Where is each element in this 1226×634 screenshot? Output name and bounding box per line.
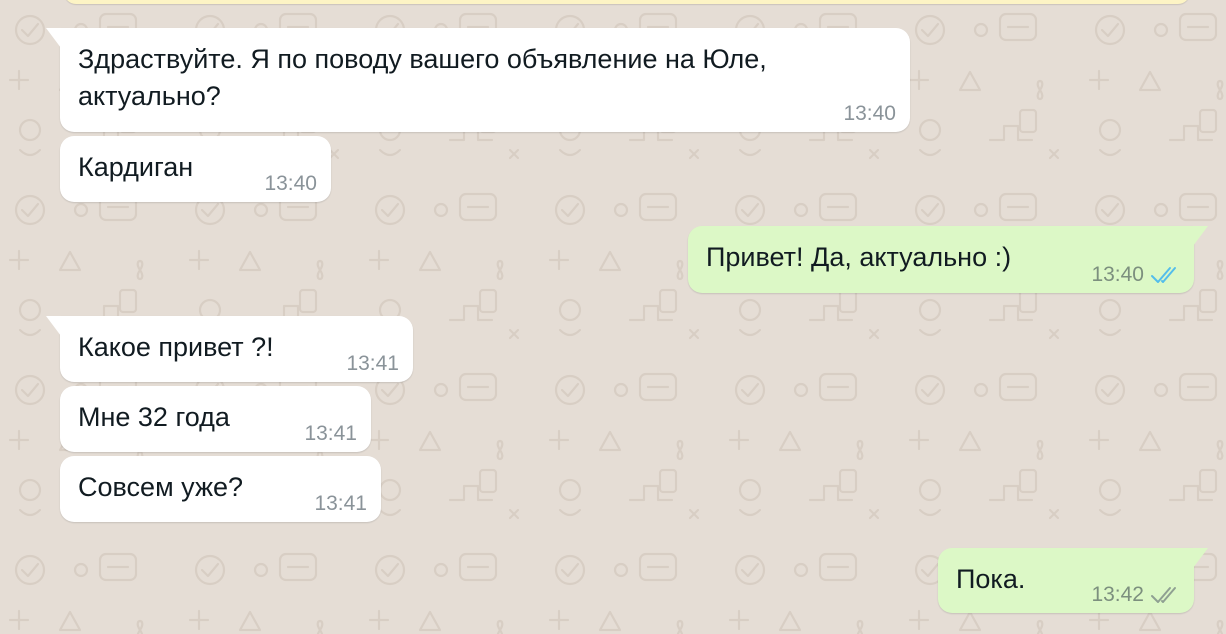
incoming-message[interactable]: Мне 32 года 13:41 [60,386,371,452]
message-time: 13:40 [264,172,317,195]
message-meta: 13:40 [264,172,317,196]
message-meta: 13:42 [1091,583,1180,607]
message-time: 13:41 [314,492,367,515]
bubble-tail [1193,226,1208,246]
delivered-double-check-icon [1151,587,1176,603]
message-meta: 13:40 [843,102,896,126]
bubble-tail [46,316,61,336]
outgoing-message[interactable]: Пока. 13:42 [938,548,1208,613]
message-text-line: Здраствуйте. Я по поводу вашего объявлен… [78,44,767,74]
message-time: 13:42 [1091,583,1144,606]
read-double-check-icon [1151,267,1176,283]
message-time: 13:40 [1091,263,1144,286]
outgoing-message[interactable]: Привет! Да, актуально :) 13:40 [688,226,1208,293]
message-meta: 13:41 [346,352,399,376]
incoming-message[interactable]: Совсем уже? 13:41 [60,456,381,522]
message-time: 13:41 [304,422,357,445]
bubble-tail [1193,548,1208,568]
bubble-tail [46,28,61,48]
previous-message-bubble [64,0,1190,4]
message-meta: 13:41 [314,492,367,516]
message-time: 13:41 [346,352,399,375]
incoming-message[interactable]: Кардиган 13:40 [60,136,331,202]
message-meta: 13:40 [1091,263,1180,287]
message-text-line: актуально? [78,81,221,111]
message-time: 13:40 [843,102,896,125]
message-meta: 13:41 [304,422,357,446]
incoming-message[interactable]: Здраствуйте. Я по поводу вашего объявлен… [46,28,910,132]
chat-area[interactable]: Здраствуйте. Я по поводу вашего объявлен… [0,0,1226,634]
incoming-message[interactable]: Какое привет ?! 13:41 [46,316,413,382]
